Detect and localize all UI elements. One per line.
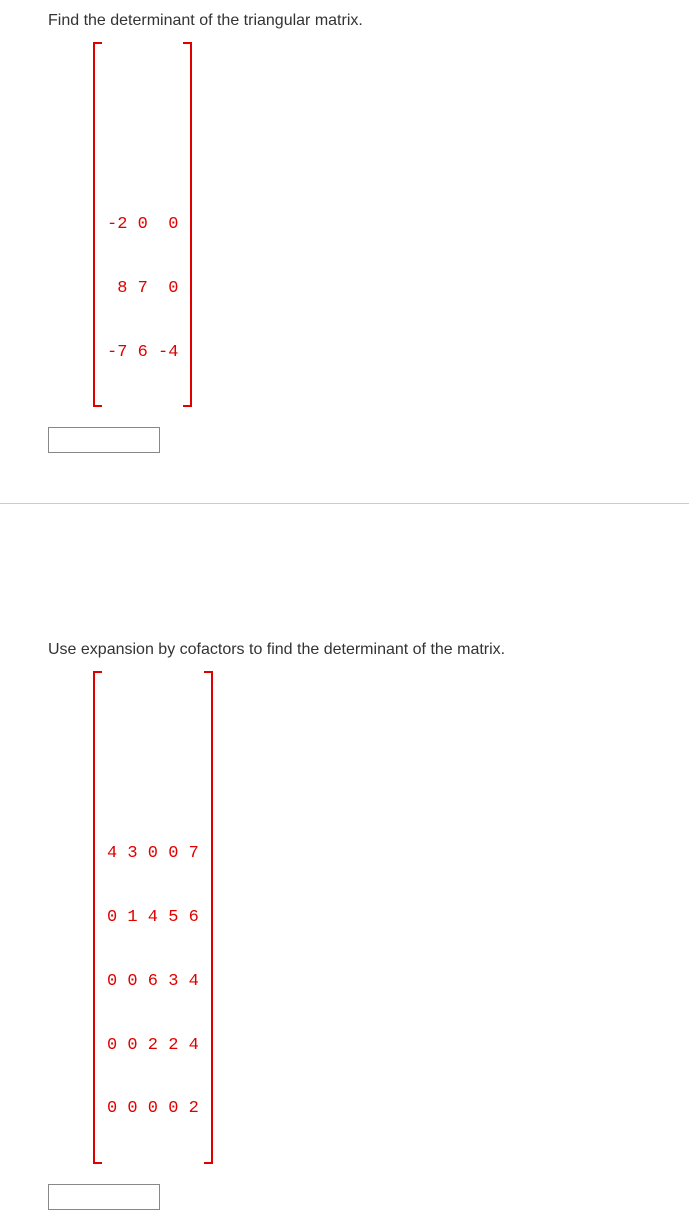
matrix-1-container: -2 0 0 8 7 0 -7 6 -4 xyxy=(93,42,192,407)
matrix-row: -7 6 -4 xyxy=(107,342,178,363)
bracket-corner xyxy=(93,671,102,673)
matrix-row: 0 0 6 3 4 xyxy=(107,971,199,992)
bracket-left xyxy=(93,671,95,1164)
matrix-2-container: 4 3 0 0 7 0 1 4 5 6 0 0 6 3 4 0 0 2 2 4 … xyxy=(93,671,213,1164)
matrix-1: -2 0 0 8 7 0 -7 6 -4 xyxy=(93,42,192,407)
answer-input-2[interactable] xyxy=(48,1184,160,1210)
bracket-corner xyxy=(183,405,192,407)
bracket-corner xyxy=(204,671,213,673)
bracket-corner xyxy=(204,1162,213,1164)
matrix-row: 4 3 0 0 7 xyxy=(107,843,199,864)
matrix-row: 0 1 4 5 6 xyxy=(107,907,199,928)
matrix-row: 0 0 2 2 4 xyxy=(107,1035,199,1056)
question-2-prompt: Use expansion by cofactors to find the d… xyxy=(48,641,689,659)
bracket-right xyxy=(211,671,213,1164)
bracket-corner xyxy=(93,1162,102,1164)
matrix-row: -2 0 0 xyxy=(107,214,178,235)
question-2: Use expansion by cofactors to find the d… xyxy=(0,629,689,1230)
bracket-corner xyxy=(183,42,192,44)
spacer xyxy=(0,504,689,629)
question-1: Find the determinant of the triangular m… xyxy=(0,0,689,504)
bracket-right xyxy=(190,42,192,407)
matrix-2: 4 3 0 0 7 0 1 4 5 6 0 0 6 3 4 0 0 2 2 4 … xyxy=(93,671,213,1164)
bracket-corner xyxy=(93,42,102,44)
bracket-corner xyxy=(93,405,102,407)
matrix-row: 0 0 0 0 2 xyxy=(107,1098,199,1119)
answer-input-1[interactable] xyxy=(48,427,160,453)
question-1-prompt: Find the determinant of the triangular m… xyxy=(48,12,689,30)
matrix-row: 8 7 0 xyxy=(107,278,178,299)
bracket-left xyxy=(93,42,95,407)
